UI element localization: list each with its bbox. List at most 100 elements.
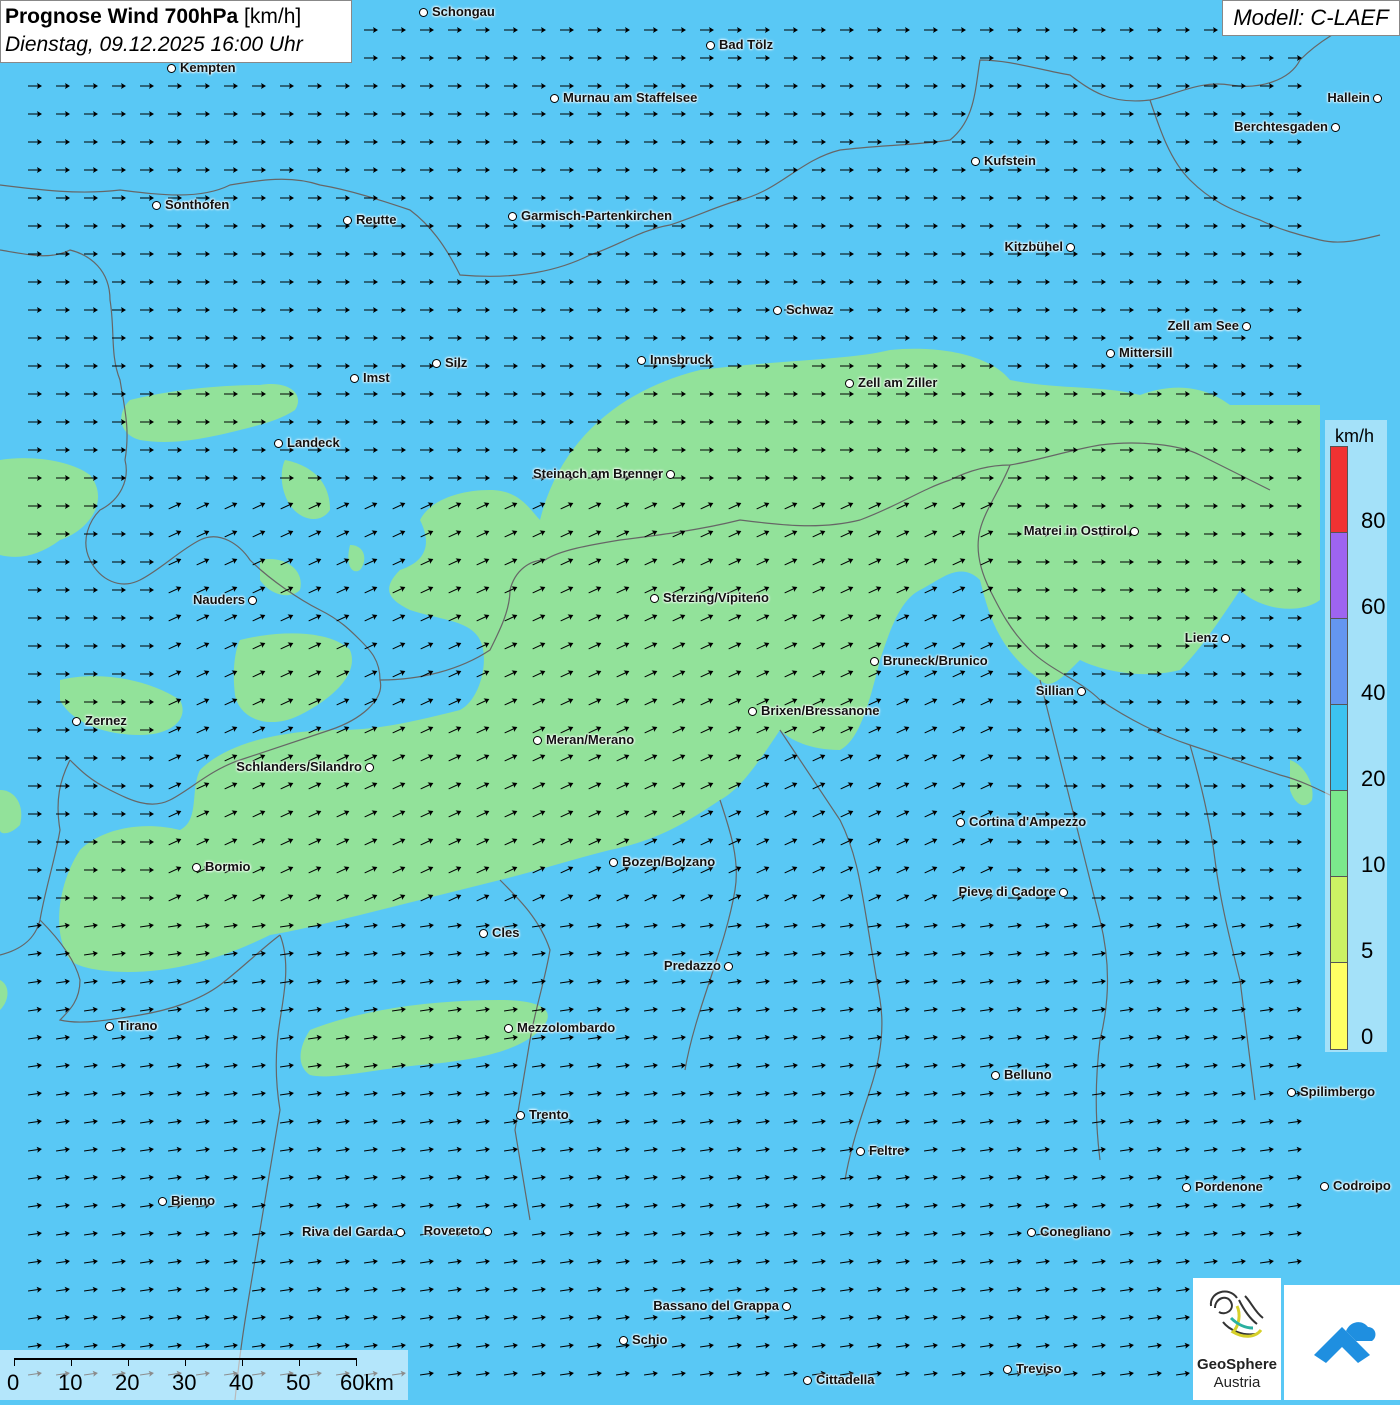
city-dot [504, 1024, 513, 1033]
city-dot [1003, 1365, 1012, 1374]
scale-label-30: 30 [172, 1370, 197, 1395]
city-label: Sonthofen [165, 197, 230, 212]
city-dot [1320, 1182, 1329, 1191]
city-label: Murnau am Staffelsee [563, 90, 698, 105]
legend-label-20: 20 [1361, 766, 1386, 791]
city-dot [870, 657, 879, 666]
map-title: Prognose Wind 700hPa [km/h] [5, 3, 347, 31]
legend-segment-10-20 [1331, 791, 1347, 877]
city-label: Hallein [1327, 90, 1370, 105]
city-dot [748, 707, 757, 716]
city-label: Pieve di Cadore [958, 884, 1056, 899]
scale-label-0: 0 [7, 1370, 20, 1395]
city-dot [152, 201, 161, 210]
city-label: Schwaz [786, 302, 834, 317]
city-label: Kufstein [984, 153, 1036, 168]
city-label: Mezzolombardo [517, 1020, 616, 1035]
city-dot [619, 1336, 628, 1345]
city-dot [971, 157, 980, 166]
geosphere-country: Austria [1213, 1374, 1261, 1391]
city-dot [724, 962, 733, 971]
city-dot [72, 717, 81, 726]
weather-app-logo [1284, 1285, 1400, 1400]
city-label: Sterzing/Vipiteno [663, 590, 769, 605]
city-dot [365, 763, 374, 772]
city-label: Spilimbergo [1300, 1084, 1376, 1099]
city-label: Meran/Merano [546, 732, 635, 747]
city-label: Cortina d'Ampezzo [969, 814, 1087, 829]
scale-tick [299, 1358, 300, 1366]
city-label: Silz [445, 355, 468, 370]
app-arrow-icon [1314, 1322, 1376, 1363]
scale-bar: 0 10 20 30 40 50 60km [0, 1350, 408, 1400]
legend-label-0: 0 [1361, 1024, 1374, 1049]
geosphere-logo: GeoSphere Austria [1193, 1278, 1281, 1400]
legend-segment-60-80 [1331, 533, 1347, 619]
city-dot [666, 470, 675, 479]
title-panel: Prognose Wind 700hPa [km/h] Dienstag, 09… [0, 0, 352, 63]
city-label: Cles [492, 925, 520, 940]
city-label: Steinach am Brenner [532, 466, 663, 481]
city-label: Bad Tölz [719, 37, 774, 52]
city-label: Zernez [85, 713, 127, 728]
city-dot [1221, 634, 1230, 643]
legend-label-80: 80 [1361, 508, 1386, 533]
legend-segment-40-60 [1331, 619, 1347, 705]
legend-colorbar [1330, 446, 1348, 1050]
city-dot [1077, 687, 1086, 696]
city-label: Schio [632, 1332, 668, 1347]
legend-label-5: 5 [1361, 938, 1374, 963]
city-dot [248, 596, 257, 605]
city-dot [637, 356, 646, 365]
scale-label-20: 20 [115, 1370, 140, 1395]
city-dot [192, 863, 201, 872]
city-label: Bormio [205, 859, 251, 874]
city-label: Kitzbühel [1004, 239, 1064, 254]
city-dot [350, 374, 359, 383]
scale-tick [14, 1358, 15, 1366]
city-dot [508, 212, 517, 221]
city-label: Bozen/Bolzano [622, 854, 716, 869]
city-label: Zell am Ziller [858, 375, 938, 390]
city-dot [803, 1376, 812, 1385]
city-dot [1331, 123, 1340, 132]
city-label: Predazzo [663, 958, 721, 973]
scale-tick [242, 1358, 243, 1366]
geosphere-emblem-icon [1209, 1290, 1264, 1338]
city-label: Landeck [287, 435, 340, 450]
city-dot [991, 1071, 1000, 1080]
city-label: Reutte [356, 212, 397, 227]
scale-tick [128, 1358, 129, 1366]
city-dot [956, 818, 965, 827]
scale-label-10: 10 [58, 1370, 83, 1395]
legend-label-60: 60 [1361, 594, 1386, 619]
city-label: Bienno [171, 1193, 216, 1208]
city-label: Codroipo [1333, 1178, 1391, 1193]
city-label: Garmisch-Partenkirchen [521, 208, 673, 223]
city-label: Feltre [869, 1143, 905, 1158]
city-label: Zell am See [1167, 318, 1239, 333]
city-dot [533, 736, 542, 745]
city-dot [1059, 888, 1068, 897]
city-dot [1106, 349, 1115, 358]
city-label: Cittadella [816, 1372, 875, 1387]
legend-label-10: 10 [1361, 852, 1386, 877]
city-label: Tirano [118, 1018, 158, 1033]
city-dot [396, 1228, 405, 1237]
city-label: Innsbruck [650, 352, 713, 367]
city-dot [274, 439, 283, 448]
city-label: Rovereto [423, 1223, 480, 1238]
geosphere-name: GeoSphere [1196, 1356, 1278, 1373]
city-dot [1027, 1228, 1036, 1237]
city-label: Conegliano [1040, 1224, 1111, 1239]
city-label: Lienz [1184, 630, 1218, 645]
scale-label-50: 50 [286, 1370, 311, 1395]
city-dot [550, 94, 559, 103]
city-label: Brixen/Bressanone [761, 703, 880, 718]
city-label: Pordenone [1195, 1179, 1263, 1194]
city-dot [650, 594, 659, 603]
city-dot [1287, 1088, 1296, 1097]
city-dot [158, 1197, 167, 1206]
legend-unit: km/h [1335, 426, 1375, 446]
city-dot [609, 858, 618, 867]
